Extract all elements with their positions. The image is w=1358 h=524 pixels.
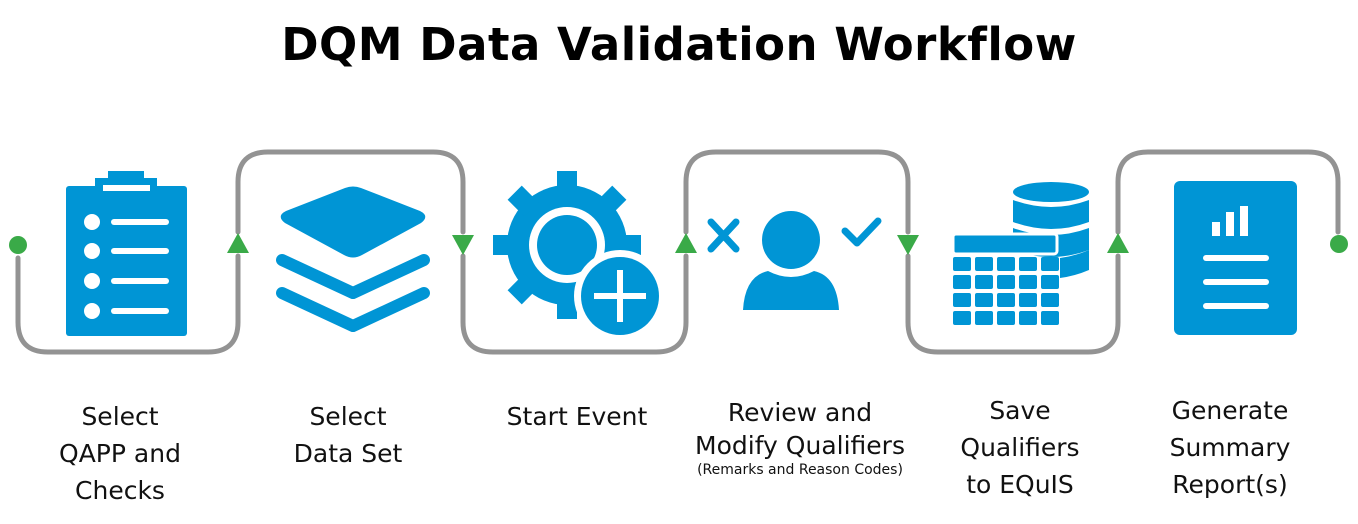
table-cell [975, 293, 993, 307]
table-cell [1019, 311, 1037, 325]
reject-x-icon [707, 218, 740, 253]
user-avatar-icon [762, 211, 820, 269]
clipboard-checklist-icon [66, 171, 187, 336]
gear-tooth [493, 235, 517, 255]
gear-tooth [557, 295, 577, 319]
table-cell [953, 275, 971, 289]
table-cell [953, 293, 971, 307]
table-cell [1019, 293, 1037, 307]
gear-plus-icon [493, 171, 666, 342]
table-cell [997, 311, 1015, 325]
arrow-up-icon [1107, 233, 1129, 253]
table-cell [953, 257, 971, 271]
step-sublabel: (Remarks and Reason Codes) [697, 462, 903, 478]
table-cell [997, 275, 1015, 289]
arrow-up-icon [675, 233, 697, 253]
table-cell [953, 311, 971, 325]
step-label-save-qualifiers: Save Qualifiers to EQuIS [960, 396, 1080, 499]
table-cell [975, 275, 993, 289]
table-cell [975, 311, 993, 325]
arrow-down-icon [897, 235, 919, 255]
table-cell [997, 257, 1015, 271]
table-cell [1019, 275, 1037, 289]
table-cell [1019, 257, 1037, 271]
step-label-generate-report: Generate Summary Report(s) [1169, 396, 1291, 499]
end-dot [1330, 235, 1348, 253]
table-cell [1041, 311, 1059, 325]
arrow-up-icon [227, 233, 249, 253]
gear-tooth [557, 171, 577, 195]
user-review-icon [707, 211, 882, 310]
table-cell [975, 257, 993, 271]
approve-check-icon [841, 217, 882, 247]
step-label-select-qapp: Select QAPP and Checks [59, 402, 181, 505]
table-grid [953, 257, 1059, 325]
table-cell [997, 293, 1015, 307]
step-label-select-data-set: Select Data Set [293, 402, 403, 468]
table-cell [1041, 275, 1059, 289]
step-label-review-modify: Review and Modify Qualifiers (Remarks an… [680, 396, 920, 478]
step-label-start-event: Start Event [506, 402, 648, 431]
table-cell [1041, 293, 1059, 307]
layers-stack-icon [276, 186, 430, 332]
table-cell [1041, 257, 1059, 271]
start-dot [9, 236, 27, 254]
arrow-down-icon [452, 235, 474, 255]
report-document-icon [1174, 181, 1297, 335]
